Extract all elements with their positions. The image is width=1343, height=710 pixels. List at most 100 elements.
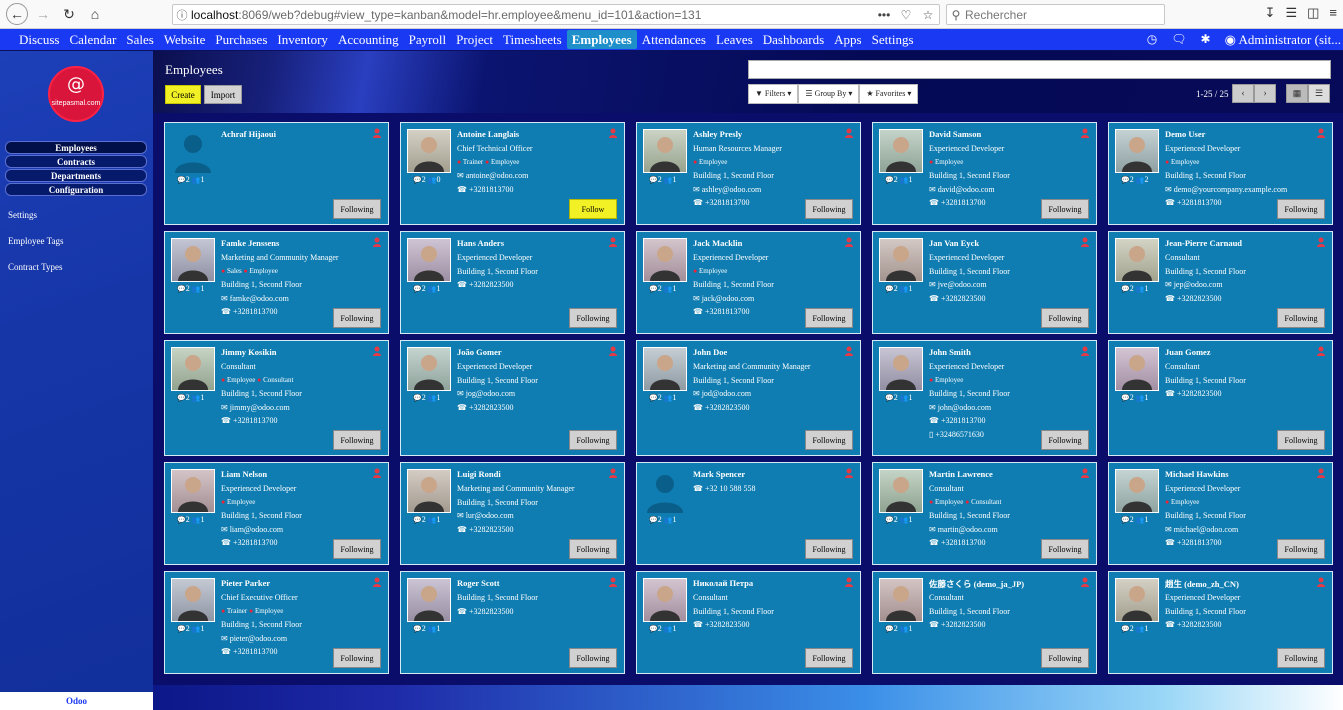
chat-icon[interactable]: 🗨	[1171, 32, 1186, 47]
employee-card[interactable]: Martin Lawrence Consultant ● Employee ● Co…	[872, 462, 1097, 565]
following-button[interactable]: Following	[1277, 648, 1325, 668]
employee-name[interactable]: Juan Gomez	[1165, 347, 1211, 357]
employee-card[interactable]: Jack Macklin Experienced Developer ● Emplo…	[636, 231, 861, 334]
menu-item-dashboards[interactable]: Dashboards	[758, 30, 829, 49]
following-button[interactable]: Following	[1277, 199, 1325, 219]
info-icon[interactable]: ⓘ	[173, 7, 191, 23]
bookmark-star-icon[interactable]: ☆	[917, 8, 939, 22]
employee-name[interactable]: 趙生 (demo_zh_CN)	[1165, 578, 1239, 590]
menu-item-project[interactable]: Project	[451, 30, 498, 49]
menu-item-apps[interactable]: Apps	[829, 30, 866, 49]
menu-item-sales[interactable]: Sales	[121, 30, 158, 49]
back-arrow-icon[interactable]: ←	[6, 3, 28, 25]
employee-card[interactable]: Antoine Langlais Chief Technical Officer ●…	[400, 122, 625, 225]
sidebar-link-contract-types[interactable]: Contract Types	[8, 262, 63, 288]
filters-button[interactable]: ▼ Filters ▾	[748, 84, 799, 104]
employee-name[interactable]: Jean-Pierre Carnaud	[1165, 238, 1242, 248]
following-button[interactable]: Following	[1277, 308, 1325, 328]
following-button[interactable]: Following	[333, 199, 381, 219]
favorites-button[interactable]: ★ Favorites ▾	[859, 84, 919, 104]
menu-item-attendances[interactable]: Attendances	[637, 30, 711, 49]
following-button[interactable]: Following	[569, 539, 617, 559]
browser-search-input[interactable]: ⚲ Rechercher	[946, 4, 1165, 25]
employee-name[interactable]: John Doe	[693, 347, 727, 357]
following-button[interactable]: Following	[805, 308, 853, 328]
following-button[interactable]: Following	[805, 199, 853, 219]
pager-value[interactable]: 1-25 / 25	[1196, 89, 1229, 99]
employee-card[interactable]: John Smith Experienced Developer ● Employe…	[872, 340, 1097, 456]
kanban-view-icon[interactable]: ▦	[1286, 84, 1308, 103]
employee-card[interactable]: Hans Anders Experienced Developer Building…	[400, 231, 625, 334]
following-button[interactable]: Following	[333, 308, 381, 328]
menu-item-website[interactable]: Website	[159, 30, 211, 49]
following-button[interactable]: Following	[569, 430, 617, 450]
reload-icon[interactable]: ↻	[58, 3, 80, 25]
following-button[interactable]: Following	[1041, 648, 1089, 668]
bug-icon[interactable]: ✱	[1201, 32, 1211, 47]
employee-card[interactable]: John Doe Marketing and Community Manager B…	[636, 340, 861, 456]
sidebar-link-employee-tags[interactable]: Employee Tags	[8, 236, 63, 262]
employee-name[interactable]: Николай Петра	[693, 578, 753, 588]
home-icon[interactable]: ⌂	[84, 3, 106, 25]
employee-name[interactable]: Ashley Presly	[693, 129, 742, 139]
following-button[interactable]: Following	[569, 308, 617, 328]
list-view-icon[interactable]: ☰	[1308, 84, 1330, 103]
following-button[interactable]: Following	[1277, 539, 1325, 559]
employee-card[interactable]: Ashley Presly Human Resources Manager ● Em…	[636, 122, 861, 225]
employee-name[interactable]: Luigi Rondi	[457, 469, 501, 479]
employee-card[interactable]: Famke Jenssens Marketing and Community Ma…	[164, 231, 389, 334]
employee-name[interactable]: Jan Van Eyck	[929, 238, 979, 248]
url-text[interactable]: localhost:8069/web?debug#view_type=kanba…	[191, 8, 873, 22]
employee-card[interactable]: Luigi Rondi Marketing and Community Manag…	[400, 462, 625, 565]
following-button[interactable]: Following	[805, 430, 853, 450]
create-button[interactable]: Create	[165, 85, 201, 104]
sidebar-item-employees[interactable]: Employees	[5, 141, 147, 154]
pager-next-icon[interactable]: ›	[1254, 84, 1276, 103]
menu-item-inventory[interactable]: Inventory	[272, 30, 333, 49]
following-button[interactable]: Following	[1041, 539, 1089, 559]
menu-item-timesheets[interactable]: Timesheets	[498, 30, 567, 49]
following-button[interactable]: Following	[1041, 308, 1089, 328]
employee-card[interactable]: Mark Spencer ☎ +32 10 588 558 💬2 👥1 Followi…	[636, 462, 861, 565]
employee-name[interactable]: Jimmy Kosikin	[221, 347, 277, 357]
employee-card[interactable]: Demo User Experienced Developer ● Employee…	[1108, 122, 1333, 225]
sidebar-icon[interactable]: ◫	[1307, 5, 1319, 21]
following-button[interactable]: Following	[333, 430, 381, 450]
employee-card[interactable]: Николай Петра Consultant Building 1, Secon…	[636, 571, 861, 674]
group-by-button[interactable]: ☰ Group By ▾	[798, 84, 860, 104]
employee-card[interactable]: Pieter Parker Chief Executive Officer ● Tr…	[164, 571, 389, 674]
search-input[interactable]	[748, 60, 1331, 79]
employee-card[interactable]: Jan Van Eyck Experienced Developer Buildin…	[872, 231, 1097, 334]
employee-card[interactable]: Liam Nelson Experienced Developer ● Employ…	[164, 462, 389, 565]
sidebar-link-settings[interactable]: Settings	[8, 210, 63, 236]
employee-name[interactable]: Hans Anders	[457, 238, 504, 248]
employee-card[interactable]: Jean-Pierre Carnaud Consultant Building 1,…	[1108, 231, 1333, 334]
forward-arrow-icon[interactable]: →	[32, 3, 54, 25]
download-icon[interactable]: ↧	[1265, 5, 1276, 21]
employee-name[interactable]: Martin Lawrence	[929, 469, 993, 479]
pocket-icon[interactable]: ♡	[895, 8, 917, 22]
employee-card[interactable]: 佐藤さくら (demo_ja_JP) Consultant Building 1, …	[872, 571, 1097, 674]
employee-name[interactable]: Demo User	[1165, 129, 1205, 139]
following-button[interactable]: Following	[333, 539, 381, 559]
employee-name[interactable]: Jack Macklin	[693, 238, 742, 248]
following-button[interactable]: Following	[569, 648, 617, 668]
import-button[interactable]: Import	[204, 85, 242, 104]
employee-name[interactable]: 佐藤さくら (demo_ja_JP)	[929, 578, 1024, 590]
sidebar-item-contracts[interactable]: Contracts	[5, 155, 147, 168]
user-menu[interactable]: ◉ Administrator (sit...	[1225, 32, 1341, 48]
menu-item-discuss[interactable]: Discuss	[0, 30, 64, 49]
library-icon[interactable]: ☰	[1285, 5, 1297, 21]
menu-item-accounting[interactable]: Accounting	[333, 30, 404, 49]
menu-item-employees[interactable]: Employees	[566, 30, 637, 49]
following-button[interactable]: Following	[1277, 430, 1325, 450]
employee-name[interactable]: Achraf Hijaoui	[221, 129, 276, 139]
following-button[interactable]: Following	[805, 648, 853, 668]
employee-name[interactable]: João Gomer	[457, 347, 502, 357]
following-button[interactable]: Following	[333, 648, 381, 668]
employee-name[interactable]: Antoine Langlais	[457, 129, 519, 139]
company-logo[interactable]: @ sitepasmal.com	[48, 66, 104, 122]
employee-name[interactable]: Mark Spencer	[693, 469, 745, 479]
employee-name[interactable]: Famke Jenssens	[221, 238, 279, 248]
employee-name[interactable]: Michael Hawkins	[1165, 469, 1229, 479]
